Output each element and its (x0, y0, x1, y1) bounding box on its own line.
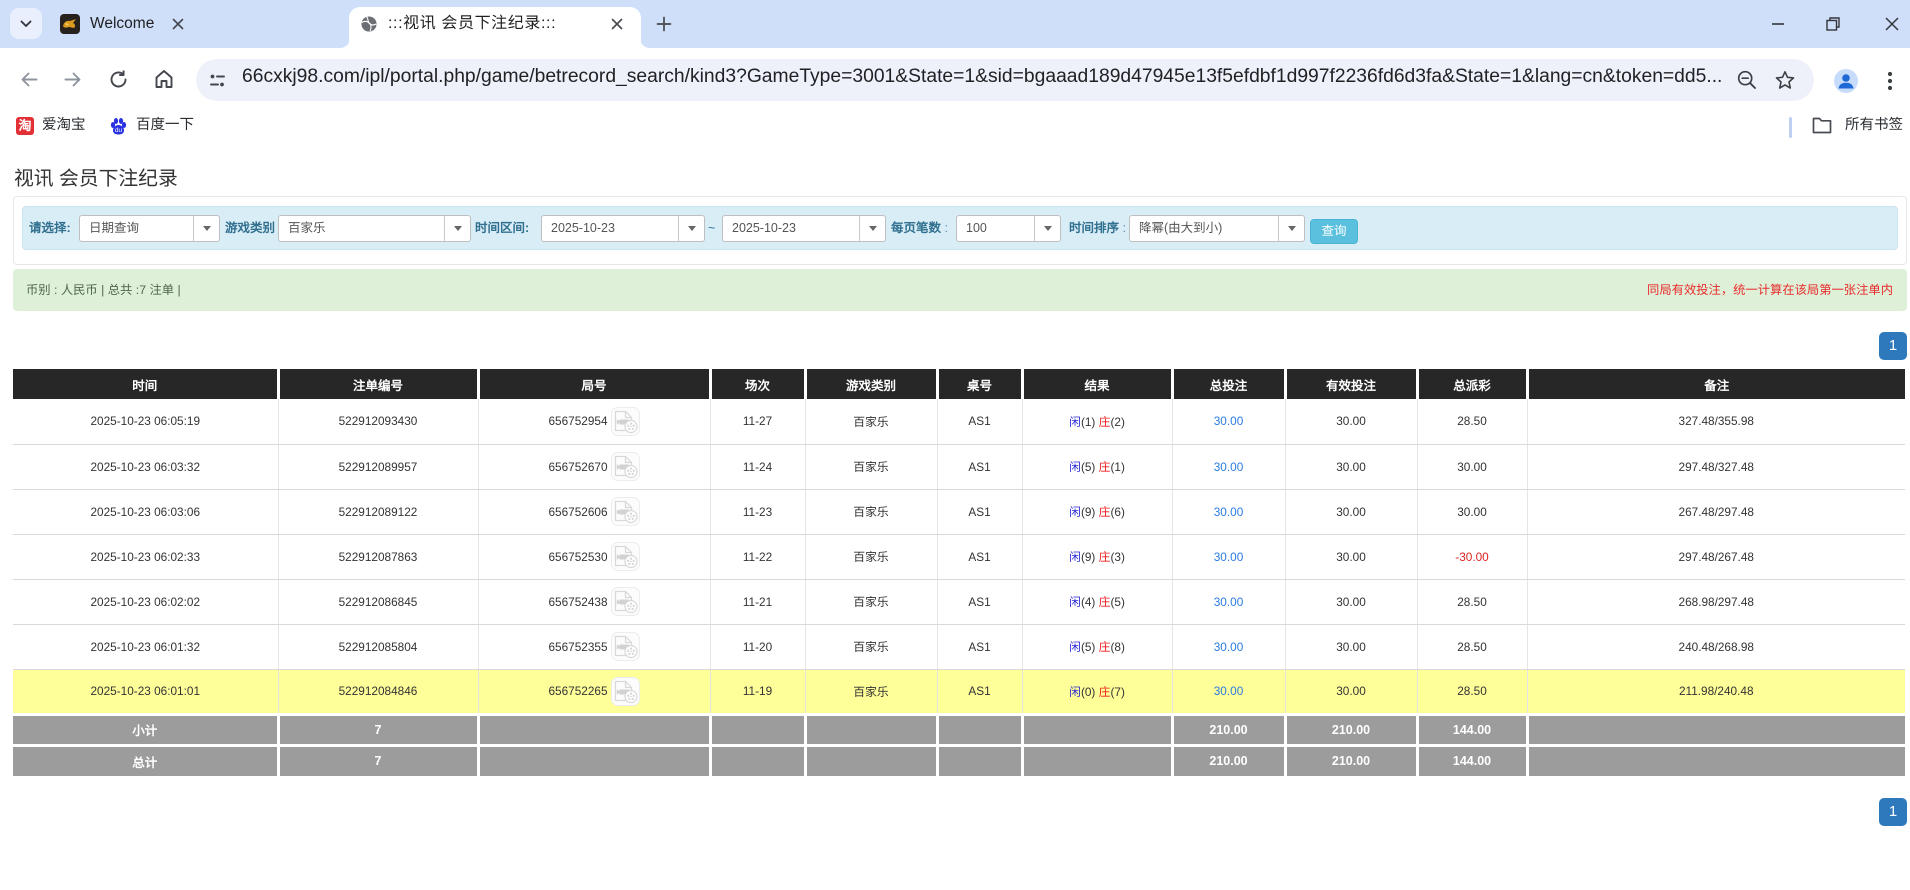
svg-text:du: du (115, 127, 123, 134)
